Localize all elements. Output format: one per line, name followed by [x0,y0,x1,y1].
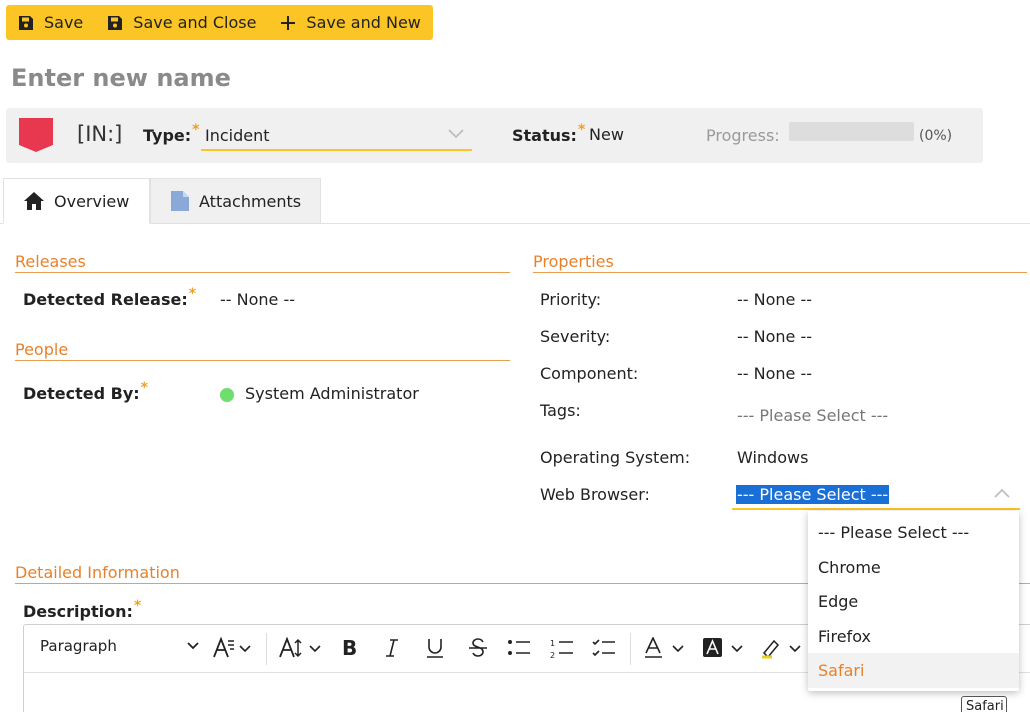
component-value[interactable]: -- None -- [737,364,812,383]
detected-release-value[interactable]: -- None -- [220,290,295,309]
severity-label: Severity: [540,327,611,346]
tab-bar: Overview Attachments [0,178,1030,224]
hover-tooltip: Safari [961,696,1007,712]
detected-release-label: Detected Release:* [23,286,197,309]
chevron-down-icon [187,642,199,650]
strikethrough-button[interactable] [467,637,489,659]
document-icon [171,191,189,211]
operating-system-label: Operating System: [540,448,691,467]
tab-attachments-label: Attachments [199,191,302,211]
tab-overview[interactable]: Overview [3,178,150,224]
dropdown-option-edge[interactable]: Edge [808,584,1019,619]
font-color-button[interactable] [643,637,687,659]
properties-section-title: Properties [533,252,1027,273]
underline-icon [427,639,443,658]
background-color-button[interactable] [702,637,746,659]
status-label: Status:* [512,122,586,145]
save-label: Save [44,13,84,32]
tab-attachments[interactable]: Attachments [150,178,321,224]
bold-button[interactable]: B [340,637,360,659]
font-family-icon [213,637,251,658]
chevron-up-icon [994,488,1010,498]
toolbar-separator [266,633,267,665]
font-color-icon [645,637,684,658]
name-input[interactable] [11,64,611,92]
svg-text:B: B [342,637,357,659]
bulleted-list-icon [508,640,530,655]
releases-section-title: Releases [15,252,510,273]
web-browser-select[interactable]: --- Please Select --- [732,479,1020,510]
font-family-button[interactable] [212,637,252,659]
progress-percent: (0%) [919,128,953,144]
highlight-button[interactable] [760,637,804,659]
strikethrough-icon [469,638,487,657]
save-and-close-label: Save and Close [133,13,257,32]
save-and-new-label: Save and New [306,13,421,32]
dropdown-option-please-select[interactable]: --- Please Select --- [808,515,1019,550]
svg-text:1: 1 [550,639,555,648]
web-browser-label: Web Browser: [540,485,650,504]
todo-list-button[interactable] [592,637,616,659]
home-icon [24,192,44,210]
tab-overview-label: Overview [54,191,130,211]
detected-by-label: Detected By:* [23,380,148,403]
progress-bar [789,122,914,141]
user-status-dot [220,388,234,402]
font-size-button[interactable] [278,637,324,659]
status-value: New [589,125,624,144]
plus-icon [281,15,296,30]
incident-flag-icon [19,118,53,152]
toolbar-separator [630,633,631,665]
font-size-icon [279,637,321,658]
italic-icon [386,639,398,657]
people-section-title: People [15,340,510,361]
numbered-list-icon: 12 [550,639,573,659]
italic-button[interactable] [382,637,402,659]
type-value: Incident [205,125,270,145]
bold-icon: B [342,637,357,659]
info-bar: [IN:] Type:* Incident Status:* New Progr… [6,108,983,163]
description-label: Description:* [23,598,142,621]
action-toolbar: Save Save and Close Save and New [6,5,433,40]
dropdown-option-chrome[interactable]: Chrome [808,550,1019,585]
dropdown-option-firefox[interactable]: Firefox [808,619,1019,654]
progress-label: Progress: [706,126,780,145]
web-browser-dropdown: --- Please Select --- Chrome Edge Firefo… [808,511,1019,691]
floppy-disk-icon [19,15,33,30]
save-and-close-button[interactable]: Save and Close [107,13,256,32]
dropdown-option-safari[interactable]: Safari [808,653,1019,688]
svg-text:2: 2 [550,651,555,659]
save-and-new-button[interactable]: Save and New [280,13,421,32]
bulleted-list-button[interactable] [507,637,531,659]
tags-label: Tags: [540,401,581,420]
tags-select[interactable]: --- Please Select --- [737,406,888,425]
type-select[interactable]: Incident [201,121,472,151]
type-label: Type:* [143,122,200,145]
web-browser-selected-value: --- Please Select --- [736,485,890,504]
background-color-icon [703,638,743,657]
underline-button[interactable] [424,637,446,659]
operating-system-value[interactable]: Windows [737,448,808,467]
chevron-down-icon [448,129,464,139]
component-label: Component: [540,364,639,383]
checklist-icon [592,639,615,657]
floppy-disk-icon [108,15,123,30]
artifact-code: [IN:] [77,122,123,146]
save-button[interactable]: Save [18,13,83,32]
highlighter-icon [762,639,801,659]
paragraph-format-label: Paragraph [40,637,117,655]
priority-value[interactable]: -- None -- [737,290,812,309]
priority-label: Priority: [540,290,602,309]
detected-by-value[interactable]: System Administrator [245,384,419,403]
numbered-list-button[interactable]: 12 [550,637,574,659]
severity-value[interactable]: -- None -- [737,327,812,346]
paragraph-format-dropdown[interactable]: Paragraph [40,637,199,655]
